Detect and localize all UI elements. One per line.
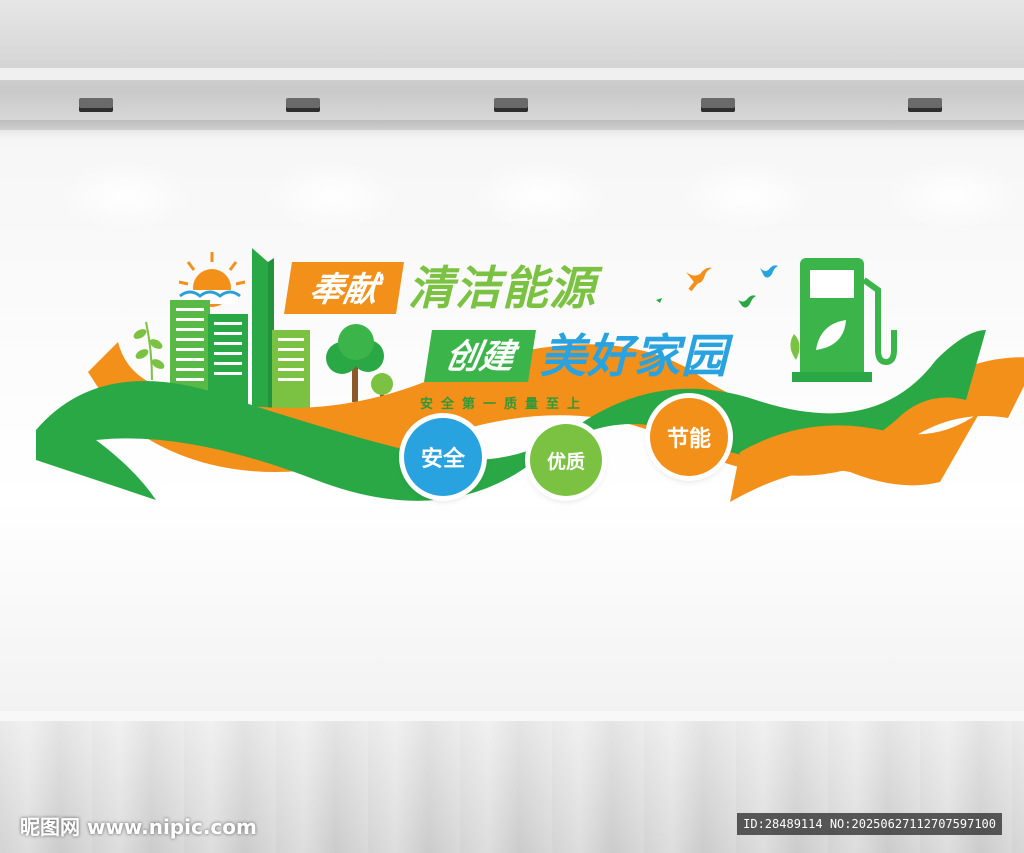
slogan-line-2: 美好家园	[540, 329, 728, 383]
fuel-pump-icon	[790, 258, 897, 382]
watermark-site: 昵图网 www.nipic.com	[20, 815, 257, 839]
slogan-subline: 安全第一质量至上	[420, 397, 589, 412]
watermark-id: ID:28489114 NO:20250627112707597100	[737, 813, 1002, 835]
sun-icon	[178, 252, 246, 307]
slogan-line-1: 清洁能源	[408, 261, 596, 315]
badge-safety-label: 安全	[420, 447, 465, 472]
badge-safety: 安全	[404, 418, 482, 496]
slogan-tag-2: 创建	[442, 337, 518, 377]
slogan-tag-1: 奉献	[306, 270, 382, 310]
badge-energy-label: 节能	[666, 427, 711, 452]
birds-icon	[656, 265, 778, 308]
culture-wall-mural: 奉献 清洁能源 创建 美好家园 安全第一质量至上 安全 优质 节能	[0, 0, 1024, 853]
badge-energy: 节能	[650, 398, 728, 476]
badge-quality-label: 优质	[546, 450, 585, 473]
badge-quality: 优质	[530, 424, 602, 496]
leaf-branch-icon	[133, 321, 165, 381]
mural-graphics	[36, 248, 1024, 502]
